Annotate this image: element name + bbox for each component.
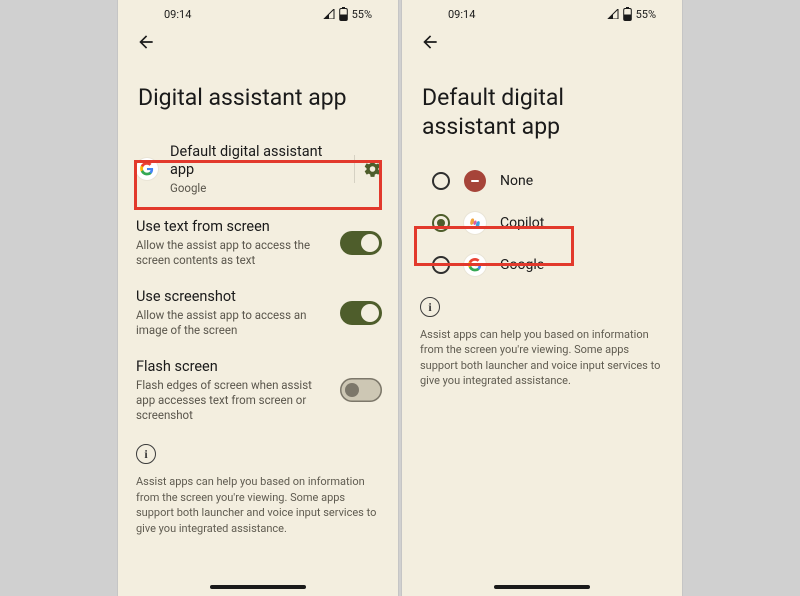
- status-battery: 55%: [352, 8, 372, 21]
- nav-pill[interactable]: [210, 585, 306, 589]
- arrow-left-icon: [136, 32, 156, 52]
- choice-google[interactable]: Google: [416, 244, 682, 286]
- use-screenshot-switch[interactable]: [340, 301, 382, 325]
- nav-pill[interactable]: [494, 585, 590, 589]
- use-text-switch[interactable]: [340, 231, 382, 255]
- use-text-sub: Allow the assist app to access the scree…: [136, 238, 328, 268]
- status-time: 09:14: [164, 8, 191, 21]
- back-button[interactable]: [418, 30, 442, 54]
- battery-icon: [623, 7, 632, 21]
- gear-icon: [363, 159, 382, 179]
- use-text-title: Use text from screen: [136, 218, 328, 236]
- info-text: Assist apps can help you based on inform…: [402, 321, 682, 389]
- signal-icon: [323, 9, 335, 19]
- status-time: 09:14: [448, 8, 475, 21]
- battery-icon: [339, 7, 348, 21]
- minus-icon: [464, 170, 486, 192]
- settings-gear-button[interactable]: [354, 155, 382, 183]
- radio-list: None Copilot Google: [402, 160, 682, 322]
- use-screenshot-row[interactable]: Use screenshot Allow the assist app to a…: [118, 278, 398, 348]
- flash-screen-title: Flash screen: [136, 358, 328, 376]
- signal-icon: [607, 9, 619, 19]
- page-title: Default digital assistant app: [402, 56, 682, 160]
- info-icon: i: [420, 297, 440, 317]
- status-right: 55%: [323, 7, 372, 21]
- back-button[interactable]: [134, 30, 158, 54]
- flash-screen-row[interactable]: Flash screen Flash edges of screen when …: [118, 348, 398, 433]
- copilot-icon: [464, 212, 486, 234]
- info-text: Assist apps can help you based on inform…: [118, 468, 398, 536]
- info-icon-row: i: [118, 433, 398, 469]
- status-bar: 09:14 55%: [402, 0, 682, 28]
- radio-icon: [432, 214, 450, 232]
- use-screenshot-title: Use screenshot: [136, 288, 328, 306]
- page-title: Digital assistant app: [118, 56, 398, 131]
- info-icon-row: i: [416, 286, 682, 322]
- choice-copilot[interactable]: Copilot: [416, 202, 682, 244]
- nav-row: [118, 28, 398, 56]
- flash-screen-sub: Flash edges of screen when assist app ac…: [136, 378, 328, 423]
- flash-screen-switch[interactable]: [340, 378, 382, 402]
- status-right: 55%: [607, 7, 656, 21]
- choice-none[interactable]: None: [416, 160, 682, 202]
- nav-row: [402, 28, 682, 56]
- default-assistant-value: Google: [170, 181, 336, 196]
- google-icon: [464, 254, 486, 276]
- arrow-left-icon: [420, 32, 440, 52]
- choice-label: Copilot: [500, 215, 544, 231]
- radio-icon: [432, 172, 450, 190]
- choice-label: Google: [500, 257, 544, 273]
- default-assistant-row[interactable]: Default digital assistant app Google: [118, 131, 398, 208]
- screen-choose-default-assistant: 09:14 55% Default digital assistant app: [402, 0, 682, 596]
- status-battery: 55%: [636, 8, 656, 21]
- settings-list: Default digital assistant app Google Use…: [118, 131, 398, 536]
- default-assistant-title: Default digital assistant app: [170, 143, 336, 179]
- info-icon: i: [136, 444, 156, 464]
- choice-label: None: [500, 173, 533, 189]
- google-icon: [136, 158, 158, 180]
- screen-digital-assistant: 09:14 55% Digital assistant app: [118, 0, 398, 596]
- use-screenshot-sub: Allow the assist app to access an image …: [136, 308, 328, 338]
- status-bar: 09:14 55%: [118, 0, 398, 28]
- radio-icon: [432, 256, 450, 274]
- use-text-row[interactable]: Use text from screen Allow the assist ap…: [118, 208, 398, 278]
